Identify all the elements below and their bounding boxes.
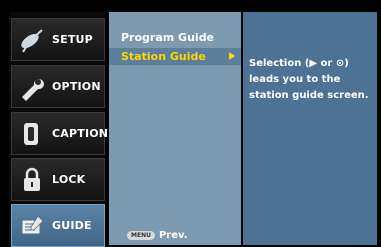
menu-item-label: Program Guide: [121, 31, 215, 44]
sidebar-item-label: SETUP: [52, 33, 93, 46]
guide-icon: [18, 212, 46, 240]
help-text: Selection (▶ or ⊙) leads you to the stat…: [249, 58, 369, 101]
menu-key-icon: MENU: [127, 231, 155, 240]
menu-panel: Program Guide Station Guide MENU Prev.: [109, 12, 241, 245]
sidebar-item-option[interactable]: OPTION: [11, 65, 105, 108]
sidebar-item-label: OPTION: [52, 80, 101, 93]
wrench-icon: [18, 73, 46, 101]
sidebar: SETUP OPTION CAPTION LOCK GUIDE: [9, 12, 109, 247]
menu-item-program-guide[interactable]: Program Guide: [109, 29, 241, 46]
sidebar-item-label: CAPTION: [52, 127, 109, 140]
sidebar-item-caption[interactable]: CAPTION: [11, 112, 109, 155]
sidebar-item-label: GUIDE: [52, 219, 92, 232]
sidebar-item-setup[interactable]: SETUP: [11, 18, 105, 61]
info-panel: Selection (▶ or ⊙) leads you to the stat…: [243, 12, 377, 245]
caption-icon: [18, 120, 46, 148]
menu-item-label: Station Guide: [121, 50, 206, 63]
menu-item-station-guide[interactable]: Station Guide: [109, 48, 241, 65]
sidebar-item-lock[interactable]: LOCK: [11, 158, 105, 201]
satellite-dish-icon: [18, 26, 46, 54]
chevron-right-icon: [229, 52, 235, 60]
sidebar-item-guide[interactable]: GUIDE: [11, 204, 105, 247]
sidebar-item-label: LOCK: [52, 173, 86, 186]
padlock-icon: [18, 166, 46, 194]
prev-label: Prev.: [158, 230, 188, 241]
menu-footer[interactable]: MENU Prev.: [127, 230, 188, 241]
